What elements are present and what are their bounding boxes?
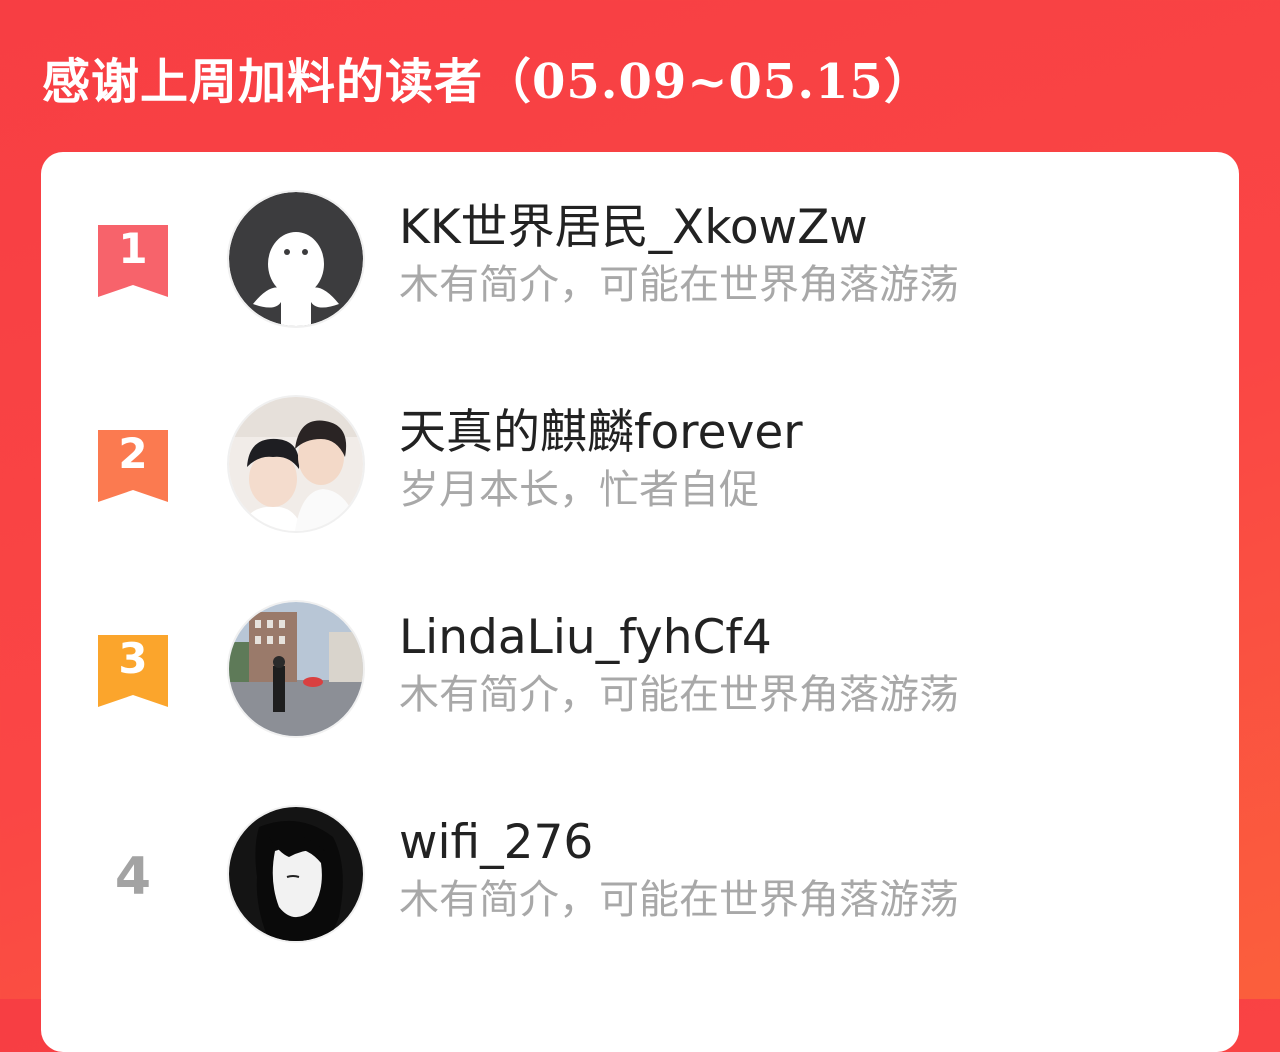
reader-bio: 木有简介，可能在世界角落游荡 bbox=[399, 672, 959, 718]
avatar[interactable] bbox=[229, 397, 363, 531]
page-title: 感谢上周加料的读者（05.09~05.15） bbox=[42, 54, 933, 110]
avatar[interactable] bbox=[229, 602, 363, 736]
reader-bio: 岁月本长，忙者自促 bbox=[399, 467, 759, 513]
reader-name[interactable]: wifi_276 bbox=[399, 815, 593, 871]
reader-row[interactable]: 3 LindaLiu_fyhCf4 木有简介，可能在世界角落游荡 bbox=[41, 562, 1239, 736]
reader-name[interactable]: LindaLiu_fyhCf4 bbox=[399, 610, 772, 666]
rank-number: 4 bbox=[114, 847, 152, 907]
rank-number: 3 bbox=[118, 634, 148, 683]
rank-number: 1 bbox=[118, 224, 148, 273]
reader-bio: 木有简介，可能在世界角落游荡 bbox=[399, 877, 959, 923]
avatar[interactable] bbox=[229, 192, 363, 326]
avatar[interactable] bbox=[229, 807, 363, 941]
reader-name[interactable]: 天真的麒麟forever bbox=[399, 405, 803, 461]
reader-row[interactable]: 1 KK世界居民_XkowZw 木有简介，可能在世界角落游荡 bbox=[41, 152, 1239, 326]
rank-number: 2 bbox=[118, 429, 148, 478]
reader-row[interactable]: 4 wifi_276 木有简介，可能在世界角落游荡 bbox=[41, 767, 1239, 941]
reader-bio: 木有简介，可能在世界角落游荡 bbox=[399, 262, 959, 308]
reader-name[interactable]: KK世界居民_XkowZw bbox=[399, 200, 868, 256]
reader-row[interactable]: 2 天真的麒麟forever 岁月本长，忙者自促 bbox=[41, 357, 1239, 531]
readers-card: 1 KK世界居民_XkowZw 木有简介，可能在世界角落游荡 2 天真的麒麟fo… bbox=[41, 152, 1239, 1052]
